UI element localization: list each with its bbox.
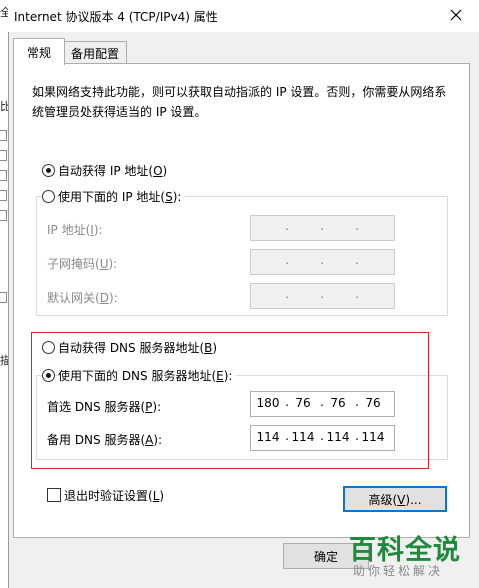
watermark-subtitle: 助你轻松解决 bbox=[353, 564, 444, 578]
preferred-dns-label: 首选 DNS 服务器(P): bbox=[47, 400, 162, 414]
alternate-dns-label: 备用 DNS 服务器(A): bbox=[47, 433, 163, 447]
watermark-logo: 百科全说 助你轻松解决 bbox=[345, 528, 475, 586]
background-window-checkbox bbox=[0, 130, 7, 141]
default-gateway-input: . . . bbox=[250, 283, 395, 309]
validate-on-exit-checkbox[interactable] bbox=[47, 488, 61, 502]
background-window-checkbox bbox=[0, 190, 7, 201]
auto-ip-label[interactable]: 自动获得 IP 地址(O) bbox=[58, 162, 167, 179]
manual-ip-label[interactable]: 使用下面的 IP 地址(S): bbox=[58, 188, 186, 205]
tab-label: 备用配置 bbox=[70, 46, 119, 61]
ok-button-label: 确定 bbox=[313, 549, 338, 564]
manual-dns-radio[interactable] bbox=[42, 369, 55, 382]
auto-dns-label[interactable]: 自动获得 DNS 服务器地址(B) bbox=[58, 339, 217, 356]
subnet-mask-label: 子网掩码(U): bbox=[47, 257, 118, 271]
preferred-dns-input[interactable]: 180. 76. 76. 76 bbox=[250, 391, 395, 417]
manual-ip-radio[interactable] bbox=[42, 190, 55, 203]
ip-address-input: . . . bbox=[250, 215, 395, 241]
auto-ip-radio[interactable] bbox=[42, 164, 55, 177]
background-window-checkbox bbox=[0, 170, 7, 181]
ip-address-label: IP 地址(I): bbox=[47, 223, 103, 237]
auto-dns-radio[interactable] bbox=[42, 341, 55, 354]
background-window-checkbox bbox=[0, 210, 7, 221]
window-title: Internet 协议版本 4 (TCP/IPv4) 属性 bbox=[14, 10, 218, 24]
manual-dns-label[interactable]: 使用下面的 DNS 服务器地址(E): bbox=[58, 367, 237, 384]
advanced-button[interactable]: 高级(V)... bbox=[343, 486, 447, 512]
close-button[interactable] bbox=[443, 3, 469, 27]
close-icon bbox=[450, 9, 462, 21]
validate-on-exit-label[interactable]: 退出时验证设置(L) bbox=[64, 487, 164, 504]
background-window-checkbox bbox=[0, 292, 7, 303]
default-gateway-label: 默认网关(D): bbox=[47, 291, 118, 305]
background-window-checkbox bbox=[0, 150, 7, 161]
description-text: 如果网络支持此功能，则可以获取自动指派的 IP 设置。否则，你需要从网络系统管理… bbox=[32, 85, 447, 119]
subnet-mask-input: . . . bbox=[250, 249, 395, 275]
advanced-button-label: 高级(V)... bbox=[368, 492, 422, 507]
radio-selected-dot bbox=[46, 168, 51, 173]
radio-selected-dot bbox=[46, 373, 51, 378]
tab-label: 常规 bbox=[26, 45, 51, 60]
tab-general[interactable]: 常规 bbox=[13, 38, 65, 65]
alternate-dns-input[interactable]: 114. 114. 114. 114 bbox=[250, 425, 395, 451]
tab-alternate-configuration[interactable]: 备用配置 bbox=[63, 41, 127, 64]
